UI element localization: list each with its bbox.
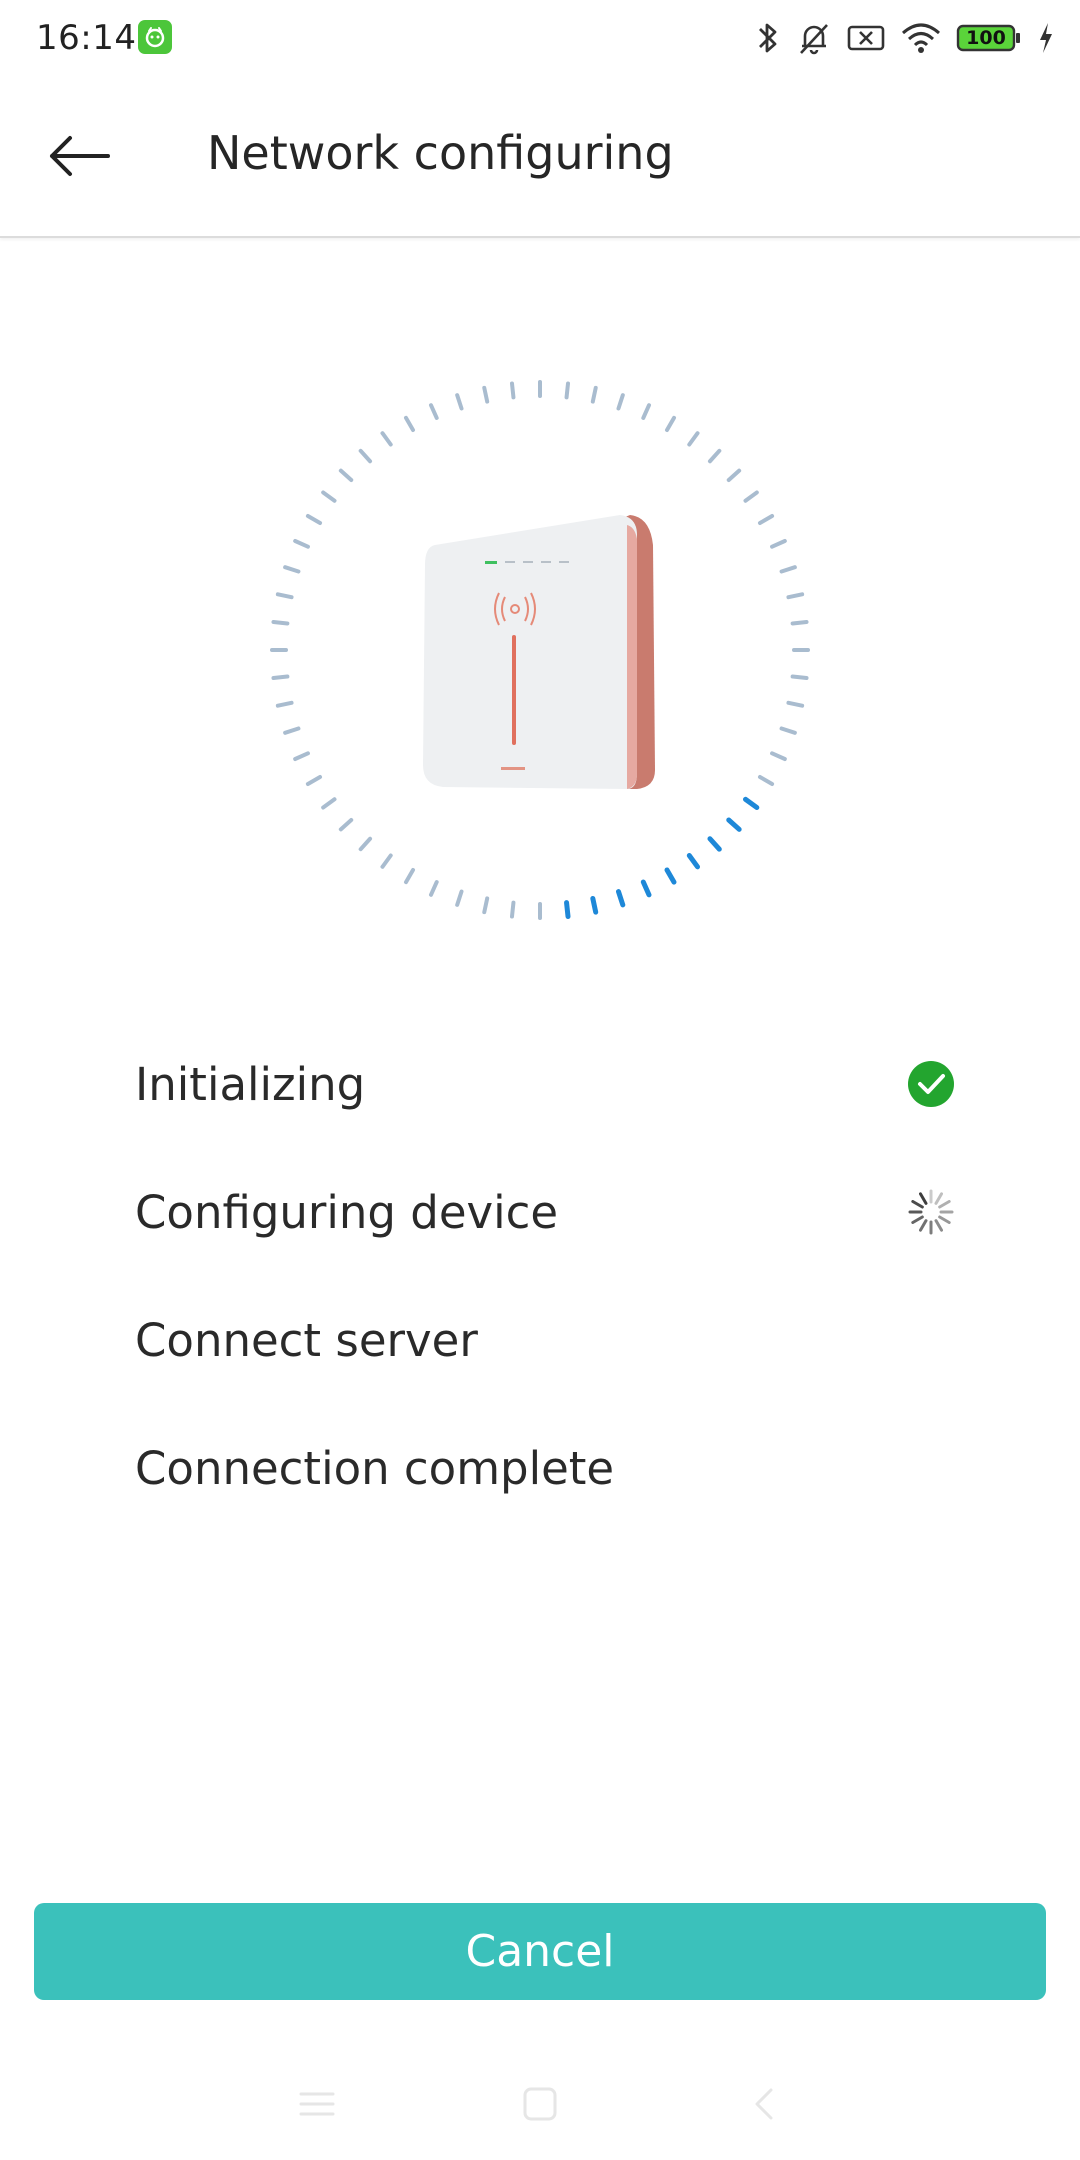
steps-list: Initializing Configuring device Connect …	[135, 1020, 955, 1532]
ring-tick	[404, 415, 415, 433]
ring-tick	[779, 565, 797, 574]
ring-tick	[455, 889, 464, 907]
ring-tick	[786, 700, 805, 708]
status-bar: 16:14 100	[0, 0, 1080, 76]
battery-level: 100	[966, 27, 1006, 49]
battery-icon: 100	[956, 23, 1022, 53]
step-connection-complete: Connection complete	[135, 1404, 955, 1532]
ring-tick	[509, 381, 516, 400]
ring-tick	[338, 817, 354, 832]
ring-tick	[271, 619, 290, 626]
ring-tick	[321, 490, 337, 503]
step-label: Connect server	[135, 1313, 478, 1367]
spinner-spoke	[934, 1219, 943, 1232]
ring-tick	[786, 592, 805, 600]
status-time: 16:14	[36, 18, 137, 58]
spinner-spoke	[919, 1219, 928, 1232]
ring-tick-active	[742, 796, 760, 811]
ring-tick-active	[564, 900, 571, 920]
spinner-spoke	[938, 1200, 951, 1209]
ring-tick	[428, 403, 439, 420]
step-label: Initializing	[135, 1057, 366, 1111]
ring-tick	[770, 751, 787, 762]
ring-tick	[283, 565, 301, 574]
system-nav-bar	[0, 2060, 1080, 2140]
page-title: Network configuring	[207, 126, 674, 180]
ring-tick	[687, 431, 700, 447]
screen: 16:14 100 Network configuring Initializi…	[0, 0, 1080, 2160]
ring-tick	[590, 385, 598, 404]
ring-tick	[358, 448, 373, 464]
ring-tick	[404, 867, 415, 885]
step-label: Configuring device	[135, 1185, 559, 1239]
back-button[interactable]	[40, 120, 120, 192]
spinner-spoke	[911, 1215, 924, 1224]
ring-tick	[743, 490, 759, 503]
ring-tick	[790, 619, 809, 626]
ring-tick-active	[615, 889, 626, 908]
step-connect-server: Connect server	[135, 1276, 955, 1404]
ring-tick	[338, 468, 354, 483]
ring-tick	[482, 896, 490, 915]
app-header: Network configuring	[0, 76, 1080, 238]
ring-tick	[293, 538, 310, 549]
spinner-spoke	[919, 1192, 928, 1205]
ring-tick	[321, 797, 337, 810]
spinner-spoke	[934, 1192, 943, 1205]
ring-tick	[726, 468, 742, 483]
app-notification-icon	[138, 20, 172, 54]
step-label: Connection complete	[135, 1441, 615, 1495]
ring-tick	[275, 700, 294, 708]
ring-tick	[305, 514, 323, 525]
ring-tick	[790, 674, 809, 681]
ring-tick	[707, 448, 722, 464]
silent-icon	[800, 24, 828, 55]
check-done-icon	[907, 1060, 955, 1108]
ring-tick	[616, 393, 625, 411]
ring-tick	[482, 385, 490, 404]
ring-tick-active	[726, 817, 742, 832]
ring-tick-active	[640, 879, 652, 898]
ring-tick	[428, 880, 439, 897]
loading-spinner-icon	[907, 1188, 955, 1236]
ring-tick	[641, 403, 652, 420]
ring-tick	[665, 415, 676, 433]
status-icons: 100	[754, 16, 1056, 60]
ring-tick	[271, 674, 290, 681]
wifi-icon	[902, 23, 940, 53]
ring-tick	[455, 393, 464, 411]
ring-tick	[293, 751, 310, 762]
ring-tick	[564, 381, 571, 400]
ring-tick-active	[686, 852, 701, 870]
bluetooth-icon	[759, 23, 777, 53]
step-configuring-device: Configuring device	[135, 1148, 955, 1276]
ring-tick	[770, 538, 787, 549]
ring-tick	[275, 592, 294, 600]
ring-tick	[380, 853, 393, 869]
ring-tick	[380, 431, 393, 447]
sim-x-icon	[847, 25, 885, 51]
wallbox-device-image	[405, 505, 675, 795]
back-icon[interactable]	[735, 2074, 795, 2134]
ring-tick	[757, 514, 775, 525]
spinner-spoke	[911, 1200, 924, 1209]
ring-tick-active	[707, 836, 722, 852]
menu-icon[interactable]	[287, 2074, 347, 2134]
ring-tick	[283, 726, 301, 735]
ring-tick-active	[590, 895, 599, 915]
ring-tick-active	[664, 867, 677, 885]
step-initializing: Initializing	[135, 1020, 955, 1148]
spinner-spoke	[938, 1215, 951, 1224]
ring-tick	[509, 900, 516, 919]
cancel-button[interactable]: Cancel	[34, 1903, 1046, 2000]
ring-tick	[757, 775, 775, 786]
charging-icon	[1040, 23, 1052, 53]
progress-ring	[260, 370, 820, 930]
back-arrow-icon	[50, 136, 110, 176]
ring-tick	[305, 775, 323, 786]
ring-tick	[779, 726, 797, 735]
ring-tick	[358, 836, 373, 852]
home-icon[interactable]	[510, 2074, 570, 2134]
